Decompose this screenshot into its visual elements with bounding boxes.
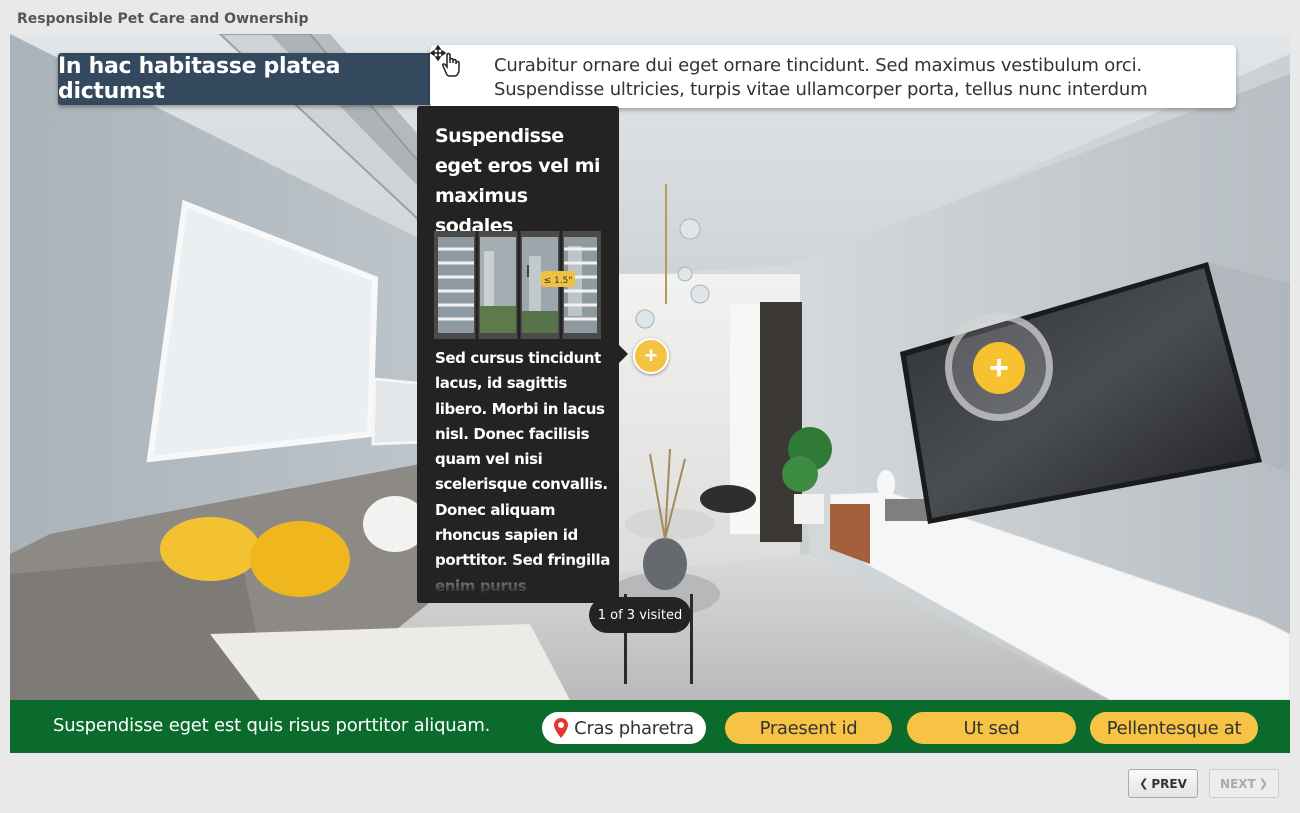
window-gap-badge: ≤ 1.5" [544, 276, 573, 286]
location-pill-3[interactable]: Pellentesque at [1090, 712, 1258, 744]
prev-label: PREV [1151, 776, 1187, 791]
current-location-pill[interactable]: Cras pharetra [542, 712, 706, 744]
location-pill-2[interactable]: Ut sed [907, 712, 1076, 744]
player-frame: Responsible Pet Care and Ownership In ha… [0, 0, 1300, 813]
chevron-right-icon: ❯ [1258, 777, 1268, 790]
hotspot-tv-button[interactable]: + [973, 342, 1025, 394]
visited-counter: 1 of 3 visited [589, 597, 691, 633]
instructions-box: Curabitur ornare dui eget ornare tincidu… [430, 45, 1236, 124]
current-location-label: Cras pharetra [574, 717, 694, 739]
slide-title-box: In hac habitasse platea dictumst [58, 53, 454, 105]
popup-window-image: ≤ 1.5" [434, 231, 601, 339]
slide-title: In hac habitasse platea dictumst [58, 54, 341, 104]
location-bar-text: Suspendisse eget est quis risus porttito… [53, 715, 491, 736]
plus-icon: + [989, 348, 1009, 387]
prev-button[interactable]: ❮ PREV [1128, 769, 1198, 798]
hotspot-popup: Suspendisse eget eros vel mi maximus sod… [417, 106, 619, 603]
next-label: NEXT [1220, 776, 1256, 791]
hotspot-window-button[interactable]: + [633, 338, 669, 374]
popup-pointer [619, 345, 628, 363]
window-diagram-image: ≤ 1.5" [434, 231, 601, 339]
hand-pointer-drag-icon [430, 45, 460, 77]
popup-fade [417, 561, 619, 603]
course-title: Responsible Pet Care and Ownership [17, 11, 309, 27]
plus-icon: + [644, 343, 658, 368]
chevron-left-icon: ❮ [1139, 777, 1149, 790]
location-pill-1[interactable]: Praesent id [725, 712, 892, 744]
popup-heading: Suspendisse eget eros vel mi maximus sod… [435, 125, 601, 237]
next-button[interactable]: NEXT ❯ [1209, 769, 1279, 798]
location-bar: Suspendisse eget est quis risus porttito… [10, 700, 1290, 753]
map-pin-icon [554, 718, 569, 738]
